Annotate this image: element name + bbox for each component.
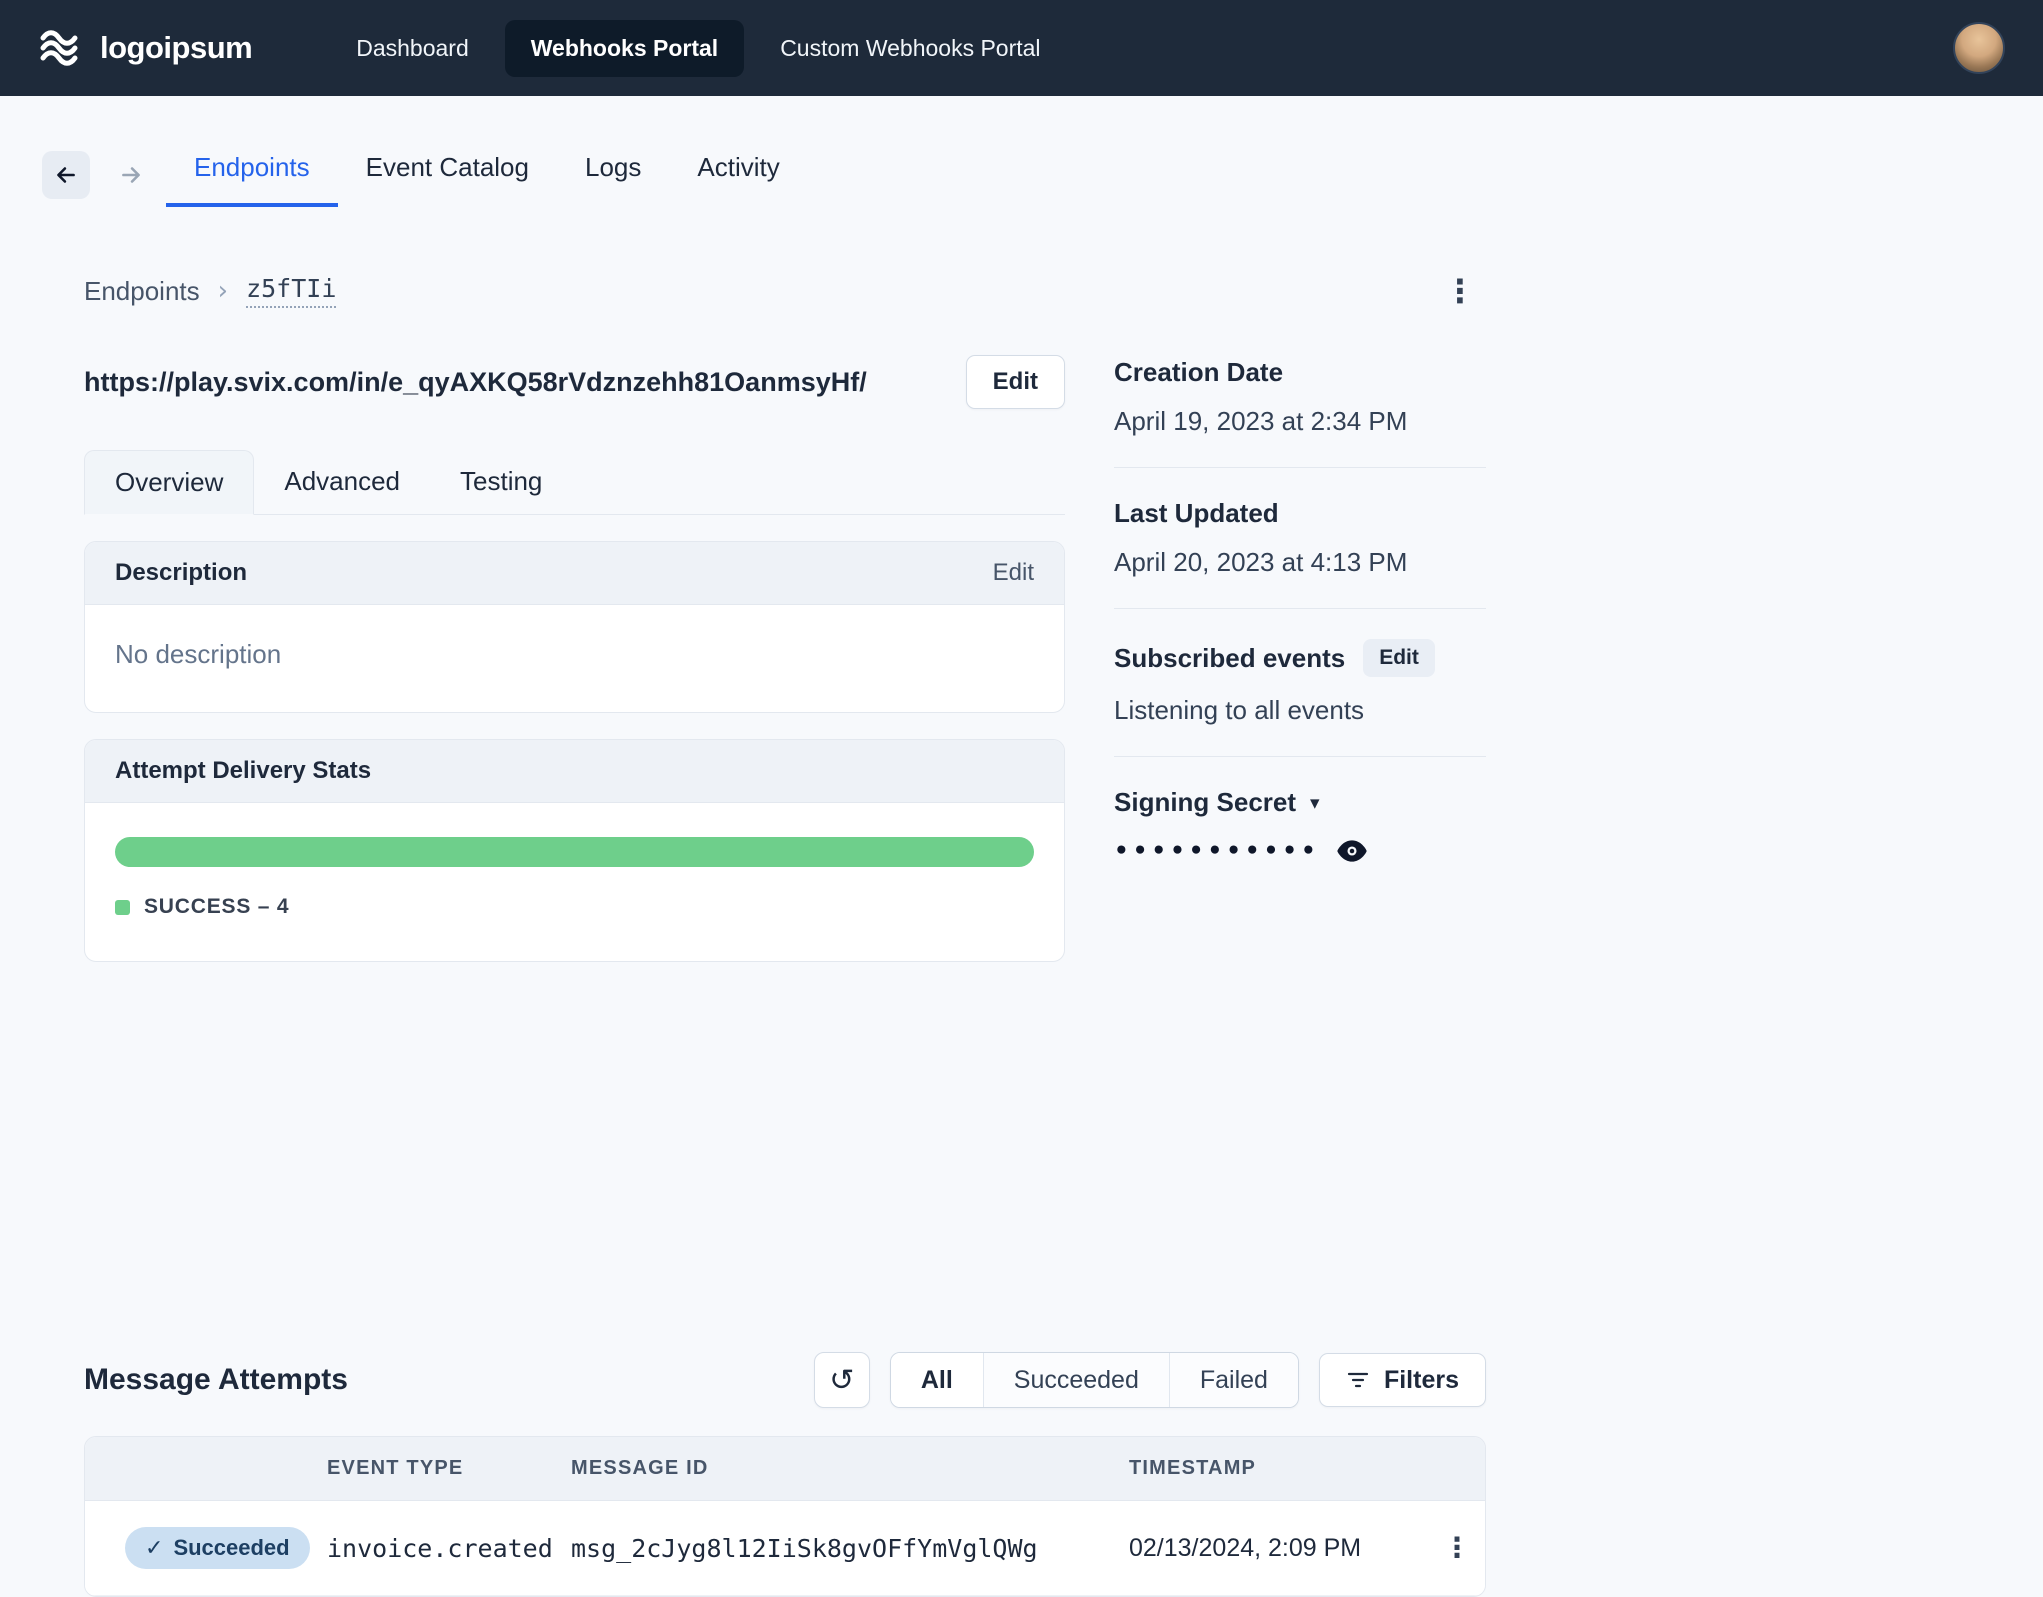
creation-date-label: Creation Date <box>1114 357 1284 387</box>
chevron-right-icon: › <box>217 276 229 306</box>
tab-advanced[interactable]: Advanced <box>254 450 430 515</box>
description-title: Description <box>115 559 248 586</box>
chevron-down-icon: ▾ <box>1310 791 1320 814</box>
portal-tabs: Endpoints Event Catalog Logs Activity <box>166 146 808 207</box>
creation-date-value: April 19, 2023 at 2:34 PM <box>1114 406 1408 436</box>
divider <box>1114 756 1486 757</box>
signing-secret-masked: ••••••••••• <box>1114 838 1320 864</box>
tab-overview[interactable]: Overview <box>84 450 255 515</box>
tab-activity[interactable]: Activity <box>669 146 807 207</box>
signing-secret-toggle[interactable]: Signing Secret ▾ <box>1114 787 1320 818</box>
arrow-right-icon <box>122 167 140 183</box>
description-card-body: No description <box>85 605 1064 712</box>
forward-button[interactable] <box>116 151 146 199</box>
detail-columns: https://play.svix.com/in/e_qyAXKQ58rVdzn… <box>84 355 1486 962</box>
breadcrumb-endpoints[interactable]: Endpoints <box>84 276 200 307</box>
nav-dashboard[interactable]: Dashboard <box>330 20 495 77</box>
delivery-stats-body: SUCCESS – 4 <box>85 803 1064 961</box>
timestamp-cell: 02/13/2024, 2:09 PM <box>1129 1533 1362 1562</box>
success-legend-label: SUCCESS – 4 <box>144 895 290 918</box>
filters-button[interactable]: Filters <box>1318 1353 1486 1407</box>
nav-custom-webhooks-portal[interactable]: Custom Webhooks Portal <box>754 20 1066 77</box>
delivery-stats-header: Attempt Delivery Stats <box>85 740 1064 803</box>
description-card: Description Edit No description <box>84 541 1065 713</box>
message-id-cell: msg_2cJyg8l12IiSk8gvOFfYmVglQWg <box>571 1533 1038 1563</box>
check-icon: ✓ <box>145 1535 164 1561</box>
page-content: Endpoints Event Catalog Logs Activity En… <box>42 146 1486 1597</box>
breadcrumb-row: Endpoints › z5fTIi ⋮ <box>84 271 1486 311</box>
description-text: No description <box>115 639 282 669</box>
creation-date-block: Creation Date April 19, 2023 at 2:34 PM <box>1114 357 1486 437</box>
last-updated-block: Last Updated April 20, 2023 at 4:13 PM <box>1114 498 1486 578</box>
success-legend-swatch <box>115 899 130 915</box>
event-type-cell: invoice.created <box>327 1533 553 1563</box>
table-header-row: EVENT TYPE MESSAGE ID TIMESTAMP <box>85 1437 1485 1501</box>
attempts-controls: ↺ All Succeeded Failed Filters <box>813 1352 1486 1408</box>
detail-tabs: Overview Advanced Testing <box>84 449 1065 515</box>
divider <box>1114 608 1486 609</box>
subscribed-events-label: Subscribed events <box>1114 642 1346 673</box>
divider <box>1114 467 1486 468</box>
tab-endpoints[interactable]: Endpoints <box>166 146 338 207</box>
nav-webhooks-portal[interactable]: Webhooks Portal <box>504 19 745 77</box>
reveal-secret-button[interactable] <box>1336 838 1368 864</box>
subscribed-events-block: Subscribed events Edit Listening to all … <box>1114 639 1486 726</box>
tab-testing[interactable]: Testing <box>430 450 572 515</box>
col-timestamp: TIMESTAMP <box>1129 1457 1257 1479</box>
endpoint-main-column: https://play.svix.com/in/e_qyAXKQ58rVdzn… <box>84 355 1065 962</box>
filter-failed[interactable]: Failed <box>1168 1353 1298 1407</box>
message-attempts-table: EVENT TYPE MESSAGE ID TIMESTAMP ✓ Succee… <box>84 1436 1486 1597</box>
edit-url-button[interactable]: Edit <box>965 355 1065 409</box>
endpoint-url: https://play.svix.com/in/e_qyAXKQ58rVdzn… <box>84 366 867 397</box>
signing-secret-block: Signing Secret ▾ ••••••••••• <box>1114 787 1486 864</box>
filter-all[interactable]: All <box>890 1353 983 1407</box>
last-updated-value: April 20, 2023 at 4:13 PM <box>1114 547 1408 577</box>
main-nav: Dashboard Webhooks Portal Custom Webhook… <box>330 19 1066 77</box>
filters-button-label: Filters <box>1383 1365 1459 1394</box>
back-button[interactable] <box>42 151 90 199</box>
col-message-id: MESSAGE ID <box>571 1457 709 1479</box>
message-attempts-header: Message Attempts ↺ All Succeeded Failed … <box>84 1352 1486 1408</box>
status-filter-segmented: All Succeeded Failed <box>889 1352 1299 1408</box>
success-legend: SUCCESS – 4 <box>115 895 1034 919</box>
tab-event-catalog[interactable]: Event Catalog <box>338 146 557 207</box>
last-updated-label: Last Updated <box>1114 498 1279 528</box>
status-cell: ✓ Succeeded <box>85 1527 327 1569</box>
status-badge-label: Succeeded <box>173 1535 290 1560</box>
top-navbar: logoipsum Dashboard Webhooks Portal Cust… <box>0 0 2043 96</box>
success-bar <box>115 837 1034 867</box>
breadcrumb-endpoint-id[interactable]: z5fTIi <box>246 274 337 308</box>
signing-secret-label: Signing Secret <box>1114 787 1297 817</box>
logo[interactable]: logoipsum <box>38 28 253 68</box>
subscribed-events-value: Listening to all events <box>1114 695 1365 725</box>
row-menu-button[interactable]: ⋮ <box>1429 1530 1485 1566</box>
status-badge: ✓ Succeeded <box>125 1527 310 1569</box>
subscribed-events-row: Subscribed events Edit <box>1114 639 1486 677</box>
edit-subscribed-events-button[interactable]: Edit <box>1363 639 1435 677</box>
description-card-header: Description Edit <box>85 542 1064 605</box>
signing-secret-row: ••••••••••• <box>1114 838 1486 864</box>
portal-tabs-row: Endpoints Event Catalog Logs Activity <box>42 146 1486 207</box>
filter-succeeded[interactable]: Succeeded <box>982 1353 1169 1407</box>
breadcrumb: Endpoints › z5fTIi <box>84 274 337 308</box>
tab-logs[interactable]: Logs <box>557 146 669 207</box>
endpoint-url-row: https://play.svix.com/in/e_qyAXKQ58rVdzn… <box>84 355 1065 409</box>
message-attempts-section: Message Attempts ↺ All Succeeded Failed … <box>84 1352 1486 1597</box>
col-event-type: EVENT TYPE <box>327 1457 464 1479</box>
avatar[interactable] <box>1953 22 2005 74</box>
edit-description-button[interactable]: Edit <box>993 559 1034 587</box>
table-row[interactable]: ✓ Succeeded invoice.created msg_2cJyg8l1… <box>85 1501 1485 1596</box>
filter-icon <box>1347 1372 1369 1388</box>
eye-icon <box>1337 840 1367 862</box>
refresh-button[interactable]: ↺ <box>813 1352 870 1408</box>
endpoint-menu-button[interactable]: ⋮ <box>1434 271 1486 311</box>
arrow-left-icon <box>57 167 75 183</box>
delivery-stats-title: Attempt Delivery Stats <box>115 757 372 784</box>
logo-wave-icon <box>40 30 78 66</box>
logo-text: logoipsum <box>100 30 253 65</box>
message-attempts-title: Message Attempts <box>84 1363 348 1396</box>
endpoint-sidebar: Creation Date April 19, 2023 at 2:34 PM … <box>1114 355 1486 864</box>
delivery-stats-card: Attempt Delivery Stats SUCCESS – 4 <box>84 739 1065 962</box>
